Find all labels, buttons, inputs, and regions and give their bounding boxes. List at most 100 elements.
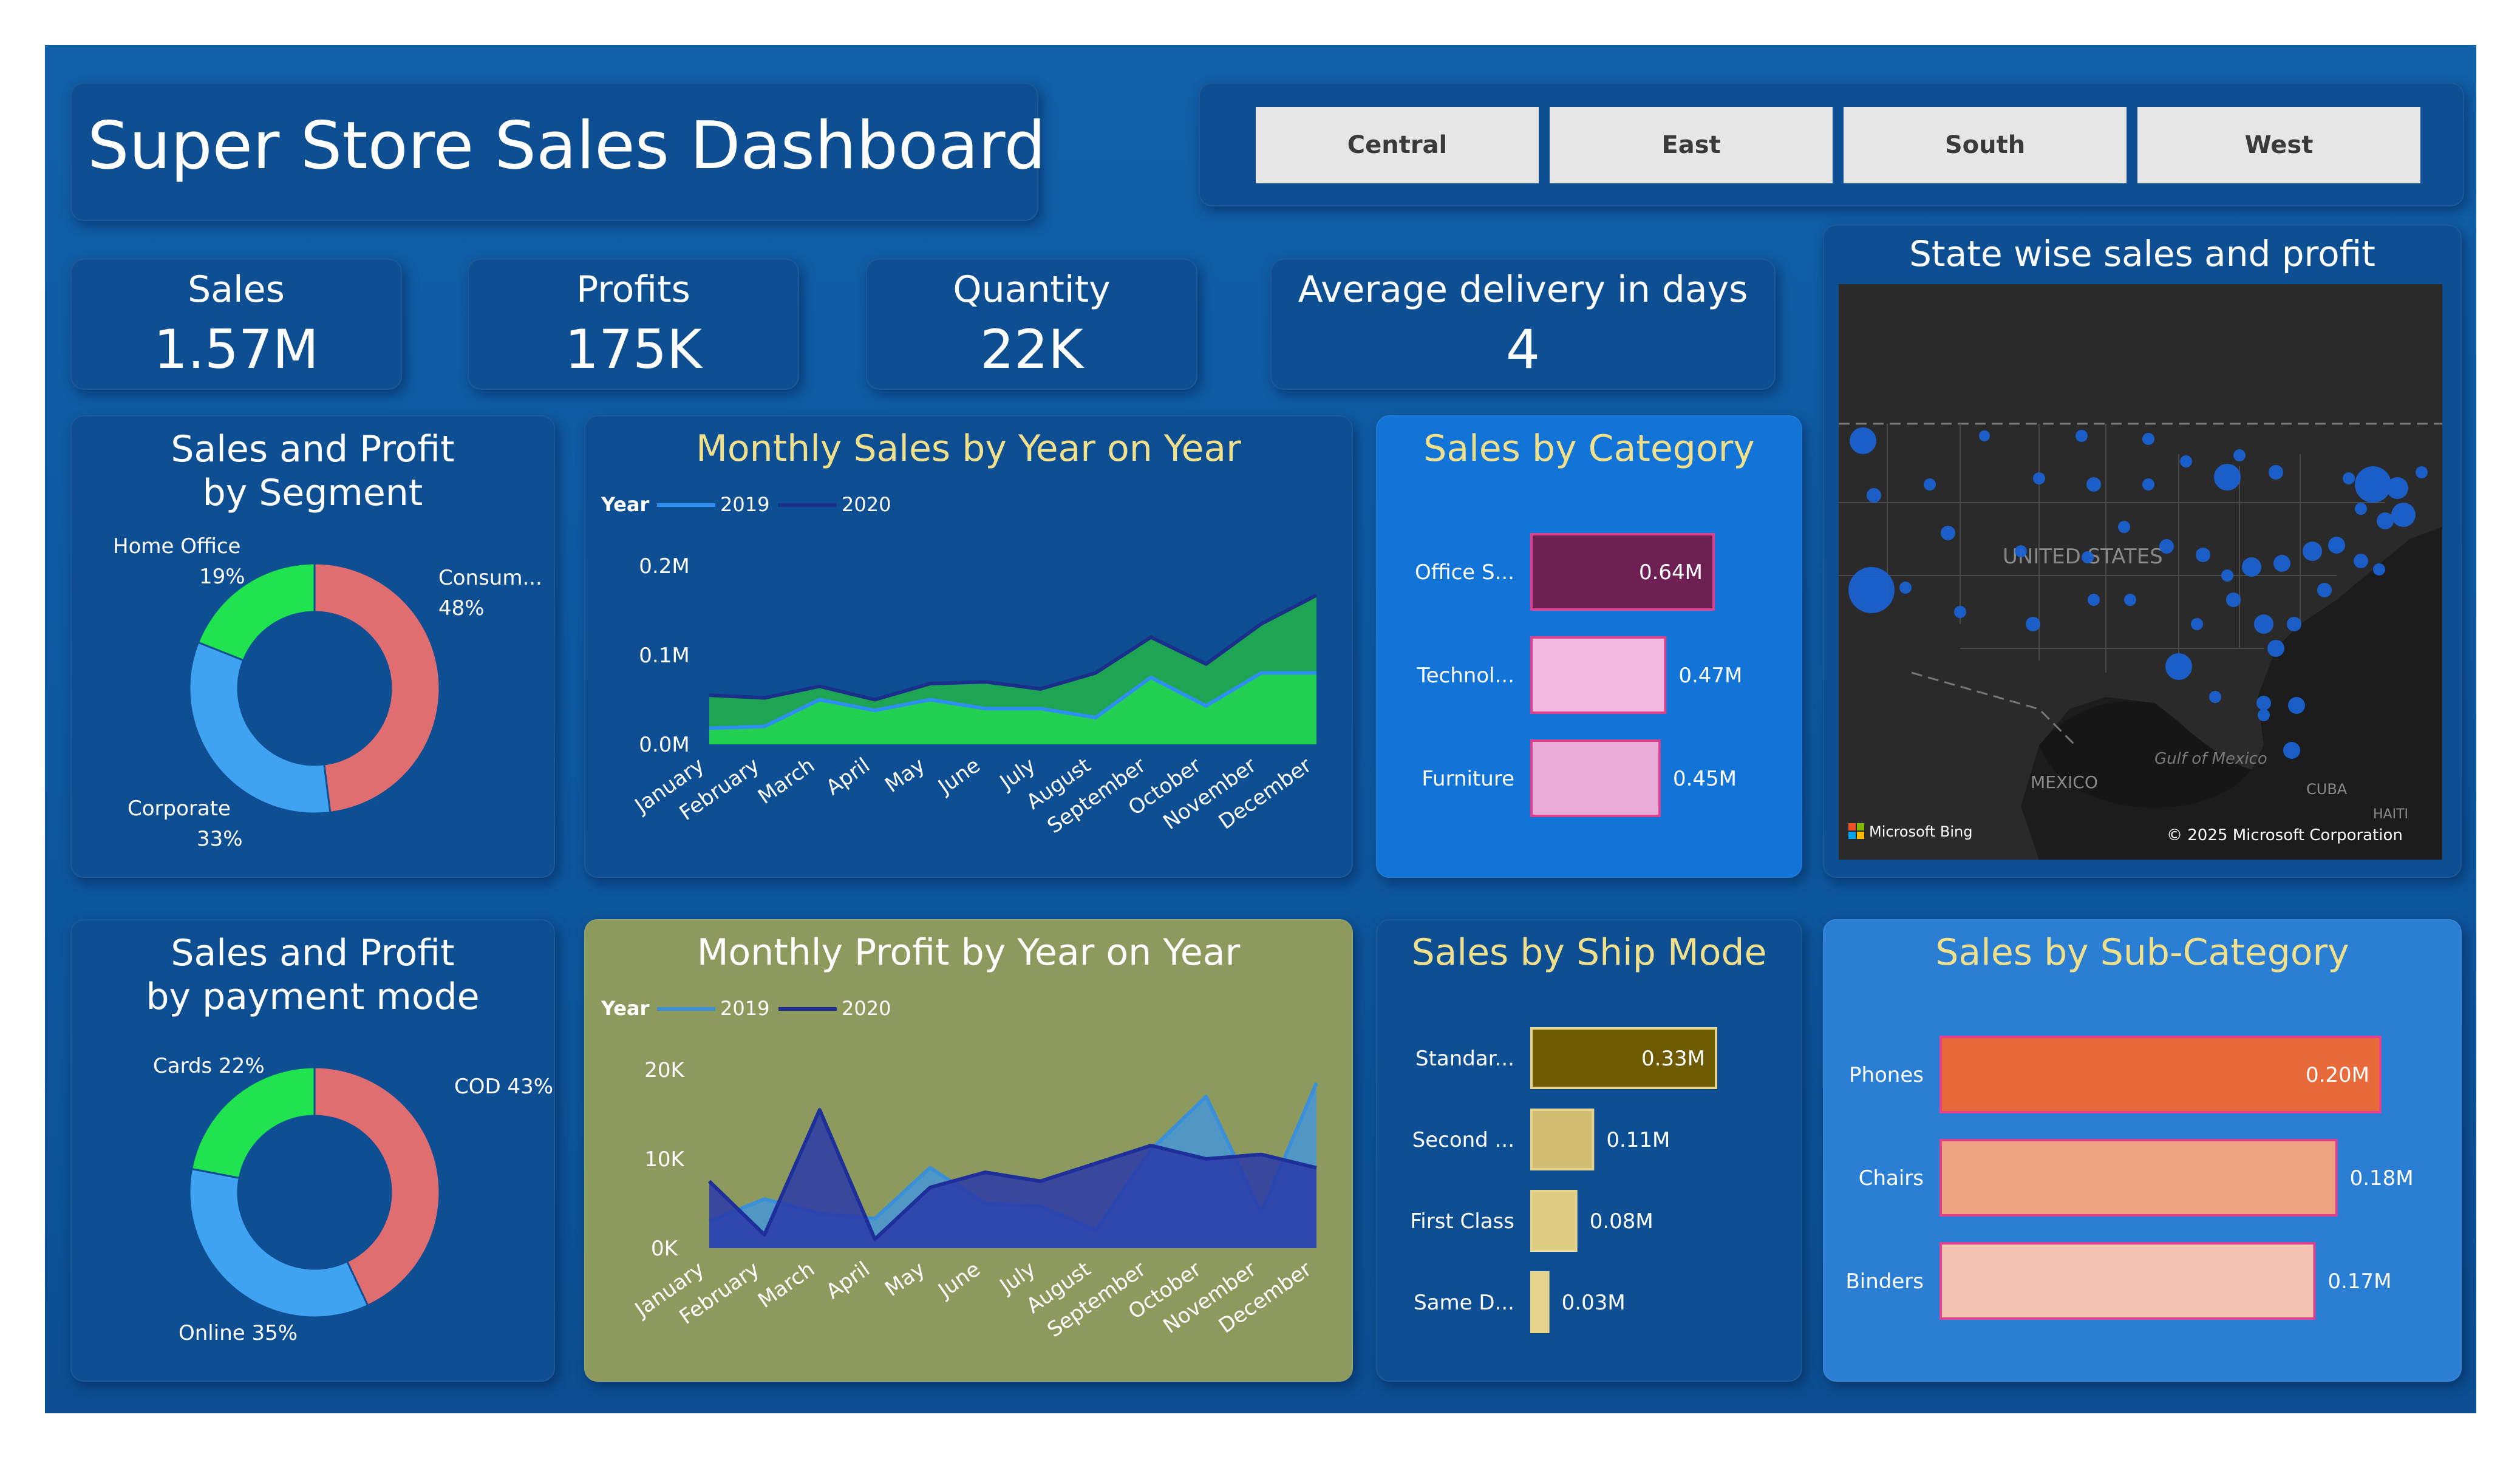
state-bubble <box>2343 472 2355 484</box>
segment-pct-corporate: 33% <box>197 827 243 851</box>
state-bubble <box>2082 551 2094 563</box>
bar <box>1530 1271 1550 1333</box>
legend-label-2019: 2019 <box>720 493 769 516</box>
bar <box>1939 1139 2338 1217</box>
state-bubble <box>2088 594 2100 606</box>
map-title: State wise sales and profit <box>1909 233 2375 274</box>
bar-category-label: Furniture <box>1422 767 1514 791</box>
y-tick-label: 0.2M <box>639 554 689 579</box>
legend-label-2020: 2020 <box>842 493 891 516</box>
segment-donut-panel: Sales and Profit by Segment Home Office … <box>70 415 555 878</box>
bar-value-label: 0.17M <box>2328 1269 2391 1294</box>
region-button-east[interactable]: East <box>1550 107 1833 183</box>
x-tick-label: March <box>754 1257 819 1313</box>
payment-donut-panel: Sales and Profit by payment mode Cards 2… <box>70 919 555 1382</box>
state-bubble <box>2386 477 2408 499</box>
bar-category-label: Standar... <box>1415 1047 1514 1071</box>
x-tick-label: April <box>822 1257 874 1304</box>
region-button-south[interactable]: South <box>1844 107 2127 183</box>
state-bubble <box>2221 569 2233 582</box>
state-bubble <box>2165 653 2192 680</box>
ship-mode-bar-chart: Standar... 0.33M Second ... 0.11M First Clas… <box>1410 1027 1717 1333</box>
state-bubble <box>2283 742 2300 759</box>
state-bubble <box>2142 478 2154 491</box>
state-bubble <box>1954 606 1966 618</box>
state-bubble <box>2269 465 2283 480</box>
state-bubble <box>2256 696 2271 710</box>
map-haiti-label: HAITI <box>2373 807 2408 822</box>
state-bubble <box>2033 472 2045 484</box>
x-tick-label: June <box>933 1257 984 1303</box>
state-bubble <box>2258 709 2270 721</box>
state-bubble <box>2180 455 2192 467</box>
payment-donut-chart <box>188 1066 441 1319</box>
payment-slice-2 <box>190 1066 316 1180</box>
kpi-value: 22K <box>980 318 1083 381</box>
region-slicer: Central East South West <box>1199 83 2464 206</box>
kpi-label: Quantity <box>953 268 1111 311</box>
state-bubble <box>2015 545 2027 557</box>
kpi-card-quantity: Quantity 22K <box>866 259 1197 390</box>
state-bubble <box>2416 466 2428 478</box>
kpi-label: Average delivery in days <box>1298 268 1748 311</box>
state-bubble <box>2391 503 2416 527</box>
state-bubble <box>2233 449 2246 461</box>
state-bubble <box>2242 557 2261 577</box>
segment-slice-1 <box>188 641 332 815</box>
state-bubble <box>2214 464 2241 491</box>
state-bubble <box>2287 617 2301 631</box>
ship-mode-panel: Sales by Ship Mode Standar... 0.33M Second… <box>1376 919 1802 1382</box>
state-bubble <box>2226 593 2241 607</box>
bar-value-label: 0.03M <box>1562 1291 1626 1315</box>
bar-category-label: Phones <box>1849 1063 1924 1087</box>
bar-category-label: Binders <box>1845 1269 1924 1294</box>
region-button-west[interactable]: West <box>2137 107 2420 183</box>
bar <box>1530 636 1667 714</box>
title-panel: Super Store Sales Dashboard <box>70 83 1046 221</box>
map-gulf-label: Gulf of Mexico <box>2154 750 2267 768</box>
state-bubble-map[interactable]: UNITED STATES MEXICO Gulf of Mexico CUBA… <box>1839 284 2442 860</box>
state-bubble <box>1979 430 1990 441</box>
bar-value-label: 0.08M <box>1590 1209 1653 1234</box>
state-bubble <box>2142 433 2154 445</box>
state-bubble <box>2118 521 2130 533</box>
bar-value-label: 0.45M <box>1673 767 1737 791</box>
payment-label-cards: Cards 22% <box>153 1054 265 1078</box>
x-tick-label: June <box>933 753 984 800</box>
region-button-central[interactable]: Central <box>1256 107 1539 183</box>
y-tick-label: 10K <box>644 1147 685 1172</box>
map-cuba-label: CUBA <box>2306 781 2348 798</box>
state-bubble <box>2124 594 2136 606</box>
state-bubble <box>2254 614 2273 634</box>
monthly-sales-panel: Monthly Sales by Year on Year Year 2019 20… <box>584 415 1353 878</box>
kpi-card-profits: Profits 175K <box>468 259 799 390</box>
category-bar-chart: Office S... 0.64M Technol... 0.47M Furniture… <box>1415 533 1742 817</box>
state-bubble <box>2026 617 2040 631</box>
state-bubble <box>2377 512 2394 529</box>
state-bubble <box>1850 427 1876 454</box>
bar-category-label: Technol... <box>1417 664 1514 688</box>
map-mexico-label: MEXICO <box>2031 772 2098 792</box>
state-bubble <box>2191 618 2203 630</box>
state-bubble <box>2317 583 2332 597</box>
map-panel: State wise sales and profit UNITED STATE… <box>1823 225 2462 878</box>
series-area-2020 <box>709 1110 1316 1248</box>
bar-category-label: Chairs <box>1859 1166 1924 1190</box>
kpi-label: Profits <box>576 268 690 311</box>
bar <box>1939 1242 2316 1320</box>
bar-category-label: Second ... <box>1412 1128 1514 1152</box>
state-bubble <box>2196 548 2210 562</box>
state-bubble <box>2273 555 2290 572</box>
bar-value-label: 0.47M <box>1678 664 1742 688</box>
legend-label-2019: 2019 <box>720 997 769 1020</box>
segment-label-home-office: Home Office <box>113 534 241 559</box>
bar <box>1530 739 1661 817</box>
y-tick-label: 0K <box>651 1237 679 1261</box>
sub-category-bar-chart: Phones 0.20M Chairs 0.18M Binders 0.17M <box>1845 1036 2414 1320</box>
dashboard-canvas: Super Store Sales Dashboard Central East… <box>45 45 2476 1413</box>
bar-category-label: Office S... <box>1415 560 1514 585</box>
state-bubble <box>2373 563 2385 576</box>
state-bubble <box>2209 691 2221 703</box>
state-bubble <box>2355 466 2391 503</box>
monthly-profit-area-chart: Year 2019 202020K10K0KJanuaryFebruaryMarch… <box>601 997 1318 1342</box>
